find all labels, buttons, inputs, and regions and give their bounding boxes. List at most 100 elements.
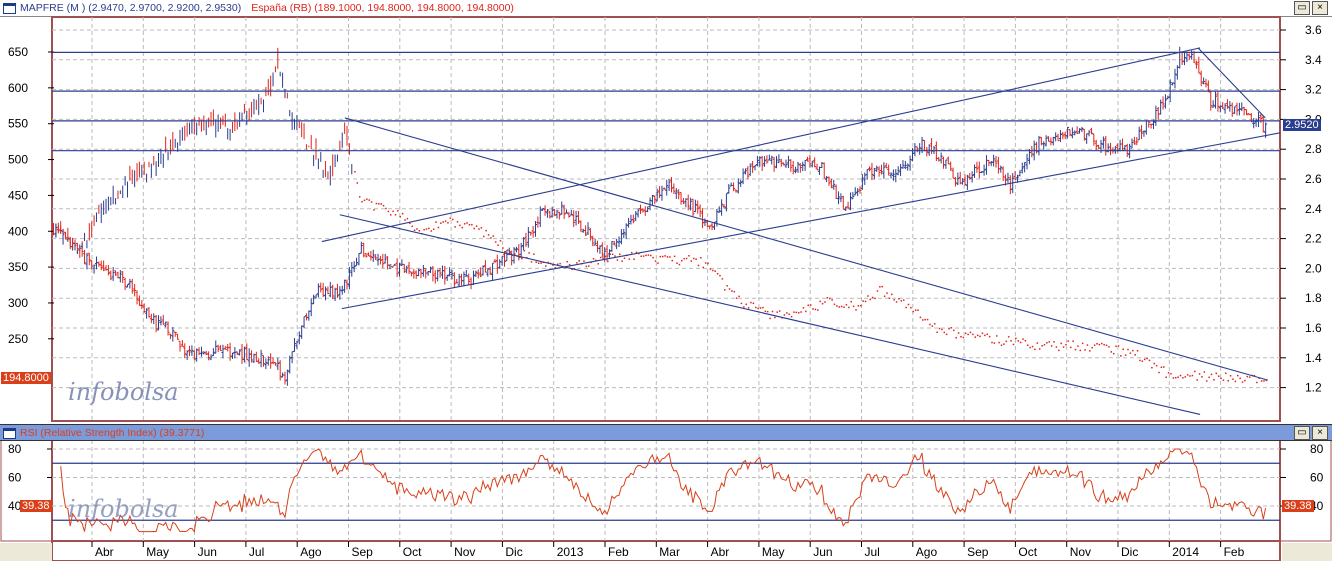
espana-dot [867,295,869,297]
espana-dot [440,222,442,224]
y-tick-label-left: 350 [8,260,28,274]
close-button[interactable]: × [1312,426,1328,440]
espana-dot [805,310,807,313]
espana-dot [943,331,946,334]
espana-dot [721,278,724,280]
espana-dot [1134,354,1136,356]
espana-dot [1000,344,1003,347]
espana-dot [733,290,736,293]
espana-dot [616,259,619,261]
espana-dot [1182,377,1184,379]
espana-dot [893,299,895,301]
espana-dot [475,225,478,227]
espana-dot [1139,359,1141,362]
espana-dot [628,258,631,260]
espana-dot [406,217,409,220]
espana-dot [1146,357,1148,360]
espana-dot [1084,349,1086,351]
espana-dot [953,329,955,332]
espana-dot [535,261,538,263]
espana-dot [681,259,683,262]
espana-dot [876,290,879,292]
espana-dot [996,335,998,337]
espana-dot [389,214,392,216]
espana-dot [480,227,483,229]
espana-dot [604,255,607,258]
espana-dot [960,335,962,338]
espana-dot [1189,375,1191,377]
espana-dot [826,296,829,299]
espana-dot [368,199,370,201]
espana-dot [1186,374,1189,376]
espana-dot [1036,342,1039,344]
espana-dot [888,297,891,299]
x-tick-label: Nov [1070,545,1091,559]
espana-dot [1096,343,1098,345]
espana-dot [545,265,547,267]
espana-dot [1024,339,1027,342]
espana-dot [790,315,793,318]
espana-dot [1041,344,1043,347]
espana-dot [1153,362,1155,365]
espana-dot [945,333,948,336]
espana-dot [1038,348,1041,350]
espana-dot [1015,337,1017,340]
y-tick-label-left: 450 [8,188,28,202]
espana-dot [802,307,805,309]
y-tick-label-right: 3.6 [1305,23,1322,37]
espana-dot [502,247,504,249]
x-tick-label: 2013 [557,545,584,559]
x-tick-label: Feb [1224,545,1245,559]
espana-dot [912,310,915,313]
espana-dot [716,272,719,275]
espana-dot [702,266,705,269]
espana-dot [404,219,406,221]
espana-dot [1217,375,1220,377]
espana-dot [962,336,965,339]
espana-dot [919,316,922,319]
espana-dot [788,313,790,316]
espana-dot [690,260,693,262]
chart-canvas[interactable]: Abr May Jun Jul Ago Sep Oct Nov Dic 2013 Feb Mar Abr… [0,0,1332,561]
espana-dot [640,255,642,258]
espana-dot [735,297,738,299]
espana-dot [817,309,819,311]
espana-dot [1177,376,1179,378]
espana-dot [922,319,924,321]
espana-dot [382,204,385,207]
espana-dot [757,307,759,310]
espana-dot [540,262,542,264]
x-tick-label: Feb [608,545,629,559]
espana-dot [771,310,774,313]
x-tick-label: Oct [403,545,422,559]
y-tick-label-right: 2.2 [1305,232,1322,246]
espana-dot [380,203,382,205]
espana-dot [657,262,659,264]
espana-dot [900,300,903,302]
espana-dot [633,258,635,260]
espana-dot [850,300,852,303]
espana-dot [1050,345,1053,347]
rsi-pane-header: RSI (Relative Strength Index) (39.3771) … [0,424,1332,441]
espana-dot [1022,338,1024,340]
espana-dot [664,255,666,257]
espana-dot [609,253,611,255]
espana-dot [468,223,471,226]
espana-dot [874,297,876,300]
espana-dot [583,260,585,262]
restore-button[interactable]: ▭ [1294,426,1310,440]
espana-dot [692,257,695,260]
espana-dot [416,228,418,230]
espana-dot [1160,366,1163,369]
y-tick-label-right: 1.4 [1305,351,1322,365]
espana-dot [929,323,931,326]
espana-dot [678,263,681,266]
espana-dot [1067,340,1070,342]
espana-dot [914,309,917,311]
espana-dot [809,304,812,306]
espana-dot [1115,345,1117,348]
espana-dot [755,306,757,309]
espana-dot [1124,354,1127,356]
espana-dot [1060,342,1062,345]
x-tick-label: Oct [1018,545,1037,559]
